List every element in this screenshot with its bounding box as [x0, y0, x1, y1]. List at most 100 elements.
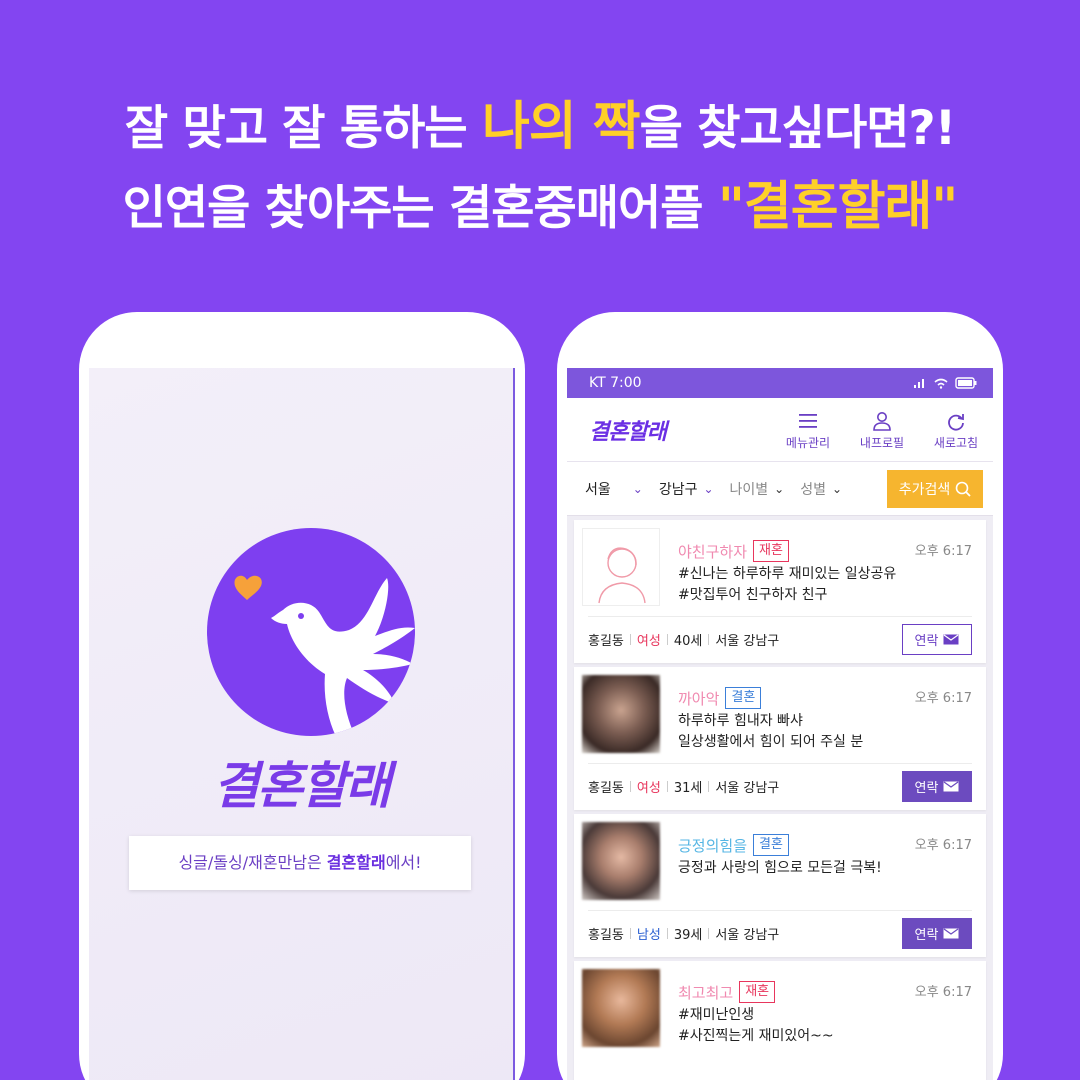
- contact-label: 연락: [914, 781, 939, 796]
- age-filter[interactable]: 나이별 ⌄: [730, 479, 785, 499]
- profile-nickname-row: 까아악 결혼: [678, 687, 762, 709]
- profile-list: 야친구하자 재혼 오후 6:17 #신나는 하루하루 재미있는 일상공유 #맛집투어…: [567, 520, 993, 1080]
- profile-nickname-row: 긍정의힘을 결혼: [678, 834, 789, 856]
- contact-button[interactable]: 연락: [902, 624, 972, 655]
- heart-icon: [234, 575, 262, 600]
- status-badge: 결혼: [753, 834, 789, 856]
- profile-message: #신나는 하루하루 재미있는 일상공유 #맛집투어 친구하자 친구: [678, 564, 896, 606]
- splash-brand: 결혼할래: [213, 757, 391, 815]
- menu-icon: [799, 414, 817, 428]
- profile-location: 서울 강남구: [715, 928, 780, 943]
- wifi-icon: [934, 378, 948, 389]
- add-search-button[interactable]: 추가검색: [887, 469, 983, 508]
- profile-card[interactable]: 긍정의힘을 결혼 오후 6:17 긍정과 사랑의 힘으로 모든걸 극복! 홍길동 남…: [574, 814, 986, 957]
- profile-message: 긍정과 사랑의 힘으로 모든걸 극복!: [678, 858, 882, 879]
- profile-name: 홍길동: [588, 634, 624, 649]
- post-time: 오후 6:17: [914, 691, 972, 706]
- profile-label: 내프로필: [859, 436, 905, 450]
- profile-photo: [582, 822, 660, 900]
- tagline-text: 에서!: [385, 853, 422, 872]
- headline-text: 을 찾고싶다면?!: [639, 101, 957, 156]
- district-filter[interactable]: 강남구 ⌄: [659, 479, 714, 499]
- app-brand: 결혼할래: [589, 419, 667, 445]
- refresh-label: 새로고침: [933, 436, 979, 450]
- profile-meta: 홍길동 여성 31세 서울 강남구: [588, 777, 779, 796]
- profile-photo: [582, 528, 660, 606]
- headline-highlight: "결혼할래": [717, 177, 959, 237]
- message-line: #재미난인생: [678, 1007, 755, 1023]
- profile-meta: 홍길동 남성 39세 서울 강남구: [588, 924, 779, 943]
- carrier-time: KT 7:00: [589, 375, 642, 391]
- divider: [588, 910, 972, 911]
- message-line: #맛집투어 친구하자 친구: [678, 587, 828, 603]
- profile-gender: 남성: [636, 928, 661, 943]
- battery-icon: [955, 377, 977, 389]
- contact-label: 연락: [914, 634, 939, 649]
- profile-name: 홍길동: [588, 928, 624, 943]
- app-header: 결혼할래 메뉴관리 내프로필 새로고침: [567, 398, 993, 462]
- splash-screen: 결혼할래 싱글/돌싱/재혼만남은 결혼할래에서!: [89, 368, 515, 1080]
- profile-card[interactable]: 최고최고 재혼 오후 6:17 #재미난인생 #사진찍는게 재미있어~~: [574, 961, 986, 1080]
- profile-age: 31세: [673, 781, 703, 796]
- profile-nickname: 최고최고: [678, 983, 734, 1002]
- menu-button[interactable]: 메뉴관리: [771, 408, 845, 451]
- status-badge: 재혼: [753, 540, 789, 562]
- post-time: 오후 6:17: [914, 544, 972, 559]
- district-value: 강남구: [658, 481, 698, 498]
- chevron-down-icon: ⌄: [632, 481, 643, 496]
- phone-list: KT 7:00 결혼할래 메뉴관리 내프로필 새로고침 서울 ⌄ 강남구 ⌄ 나…: [557, 312, 1003, 1080]
- profile-message: #재미난인생 #사진찍는게 재미있어~~: [678, 1005, 834, 1047]
- age-value: 나이별: [729, 481, 769, 498]
- post-time: 오후 6:17: [914, 985, 972, 1000]
- contact-label: 연락: [914, 928, 939, 943]
- message-line: 일상생활에서 힘이 되어 주실 분: [678, 734, 864, 750]
- headline: 잘 맞고 잘 통하는 나의 짝을 찾고싶다면?! 인연을 찾아주는 결혼중매어플…: [0, 88, 1080, 248]
- splash-tagline: 싱글/돌싱/재혼만남은 결혼할래에서!: [129, 836, 471, 890]
- status-badge: 결혼: [725, 687, 762, 709]
- headline-line-2: 인연을 찾아주는 결혼중매어플 "결혼할래": [0, 168, 1080, 248]
- divider: [588, 763, 972, 764]
- dove-eye: [298, 613, 304, 619]
- profile-location: 서울 강남구: [715, 634, 780, 649]
- dove-shape: [271, 578, 415, 736]
- refresh-icon: [948, 414, 964, 431]
- profile-card[interactable]: 까아악 결혼 오후 6:17 하루하루 힘내자 빠샤일상생활에서 힘이 되어 주실…: [574, 667, 986, 810]
- city-filter[interactable]: 서울 ⌄: [585, 479, 643, 499]
- profile-age: 39세: [673, 928, 703, 943]
- post-time: 오후 6:17: [914, 838, 972, 853]
- profile-nickname: 까아악: [678, 689, 720, 708]
- status-bar: KT 7:00: [567, 368, 993, 398]
- profile-gender: 여성: [636, 781, 661, 796]
- filter-bar: 서울 ⌄ 강남구 ⌄ 나이별 ⌄ 성별 ⌄ 추가검색: [567, 462, 993, 516]
- headline-highlight: 나의 짝: [482, 97, 641, 157]
- contact-button[interactable]: 연락: [902, 918, 972, 949]
- profile-nickname: 야친구하자: [678, 542, 748, 561]
- profile-meta: 홍길동 여성 40세 서울 강남구: [588, 630, 779, 649]
- tagline-brand: 결혼할래: [326, 853, 386, 872]
- avatar-placeholder-icon: [598, 547, 646, 604]
- chevron-down-icon: ⌄: [832, 481, 843, 496]
- contact-button[interactable]: 연락: [902, 771, 972, 802]
- gender-filter[interactable]: 성별 ⌄: [800, 479, 842, 499]
- profile-nickname-row: 최고최고 재혼: [678, 981, 776, 1003]
- headline-text: 인연을 찾아주는 결혼중매어플: [122, 181, 718, 236]
- profile-button[interactable]: 내프로필: [845, 408, 919, 451]
- refresh-button[interactable]: 새로고침: [919, 408, 993, 451]
- headline-line-1: 잘 맞고 잘 통하는 나의 짝을 찾고싶다면?!: [0, 88, 1080, 168]
- city-value: 서울: [585, 481, 611, 498]
- message-line: #사진찍는게 재미있어~~: [678, 1028, 834, 1044]
- menu-label: 메뉴관리: [785, 436, 831, 450]
- profile-name: 홍길동: [588, 781, 624, 796]
- signal-icon: [914, 379, 924, 388]
- profile-gender: 여성: [636, 634, 661, 649]
- message-line: 하루하루 힘내자 빠샤: [678, 713, 803, 729]
- status-icons: [913, 377, 977, 389]
- status-badge: 재혼: [739, 981, 776, 1003]
- profile-card[interactable]: 야친구하자 재혼 오후 6:17 #신나는 하루하루 재미있는 일상공유 #맛집투어…: [574, 520, 986, 663]
- profile-nickname: 긍정의힘을: [678, 836, 748, 855]
- chevron-down-icon: ⌄: [703, 481, 714, 496]
- mail-icon: [943, 781, 959, 792]
- dove-logo: [207, 528, 415, 736]
- profile-photo: [582, 969, 660, 1047]
- profile-icon: [873, 412, 891, 431]
